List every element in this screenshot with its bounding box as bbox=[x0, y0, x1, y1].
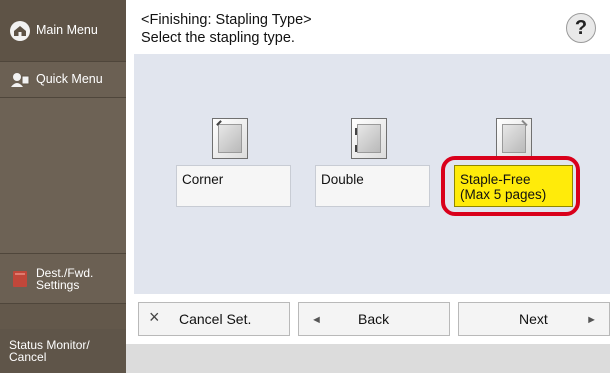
cancel-settings-label: Cancel Set. bbox=[179, 311, 252, 327]
dest-fwd-label-line1: Dest./Fwd. bbox=[36, 265, 94, 280]
quick-menu-label: Quick Menu bbox=[36, 72, 103, 86]
corner-option-button[interactable]: Corner bbox=[176, 165, 291, 207]
header: <Finishing: Stapling Type> Select the st… bbox=[126, 0, 610, 54]
staple-free-option-button[interactable]: Staple-Free (Max 5 pages) bbox=[454, 165, 573, 207]
staple-free-label: Staple-Free bbox=[460, 172, 531, 187]
back-button[interactable]: ◄ Back bbox=[298, 302, 450, 336]
dest-fwd-settings-button[interactable]: Dest./Fwd. Settings bbox=[0, 254, 126, 304]
home-icon bbox=[10, 20, 30, 41]
corner-label: Corner bbox=[182, 172, 224, 187]
main-menu-label: Main Menu bbox=[36, 23, 98, 37]
staple-free-limit: (Max 5 pages) bbox=[460, 187, 547, 202]
status-monitor-line2: Cancel bbox=[9, 350, 47, 364]
staple-free-icon bbox=[496, 118, 532, 159]
question-icon: ? bbox=[574, 16, 588, 39]
double-label: Double bbox=[321, 172, 364, 187]
bottom-action-bar: × Cancel Set. ◄ Back Next ► bbox=[126, 294, 610, 344]
close-icon: × bbox=[149, 307, 160, 327]
quick-menu-button[interactable]: Quick Menu bbox=[0, 62, 126, 98]
sidebar: Main Menu Quick Menu Dest./Fwd. Settings… bbox=[0, 0, 126, 373]
stapling-options-panel: Corner Double Staple-Free (Max 5 pages) bbox=[134, 54, 610, 294]
dest-fwd-label-line2: Settings bbox=[36, 277, 80, 292]
arrow-left-icon: ◄ bbox=[311, 314, 322, 326]
help-button[interactable]: ? bbox=[566, 13, 596, 43]
double-staple-icon bbox=[351, 118, 387, 159]
main-menu-button[interactable]: Main Menu bbox=[0, 0, 126, 62]
next-label: Next bbox=[519, 311, 548, 327]
page-title: <Finishing: Stapling Type> bbox=[141, 12, 312, 28]
status-footer bbox=[126, 344, 610, 373]
book-icon bbox=[13, 270, 27, 287]
page-instruction: Select the stapling type. bbox=[141, 30, 295, 46]
status-monitor-button[interactable]: Status Monitor/ Cancel bbox=[0, 329, 126, 373]
arrow-right-icon: ► bbox=[586, 314, 597, 326]
corner-staple-icon bbox=[212, 118, 248, 159]
next-button[interactable]: Next ► bbox=[458, 302, 610, 336]
cancel-settings-button[interactable]: × Cancel Set. bbox=[138, 302, 290, 336]
sidebar-empty-area bbox=[0, 98, 126, 254]
double-option-button[interactable]: Double bbox=[315, 165, 430, 207]
quick-menu-icon bbox=[11, 72, 30, 87]
back-label: Back bbox=[358, 311, 390, 327]
